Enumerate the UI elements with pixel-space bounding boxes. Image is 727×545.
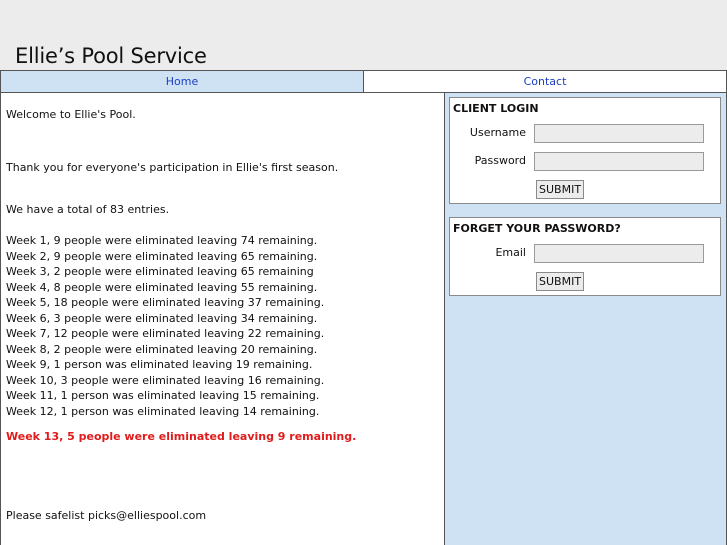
site-title: Ellie’s Pool Service [15, 44, 207, 68]
latest-week-result: Week 13, 5 people were eliminated leavin… [6, 430, 357, 443]
forgot-password-box: FORGET YOUR PASSWORD? Email SUBMIT [449, 217, 721, 296]
week-result: Week 7, 12 people were eliminated leavin… [6, 327, 325, 340]
week-result: Week 1, 9 people were eliminated leaving… [6, 234, 318, 247]
week-result: Week 5, 18 people were eliminated leavin… [6, 296, 325, 309]
welcome-text: Welcome to Ellie's Pool. [6, 108, 136, 121]
login-submit-button[interactable]: SUBMIT [536, 180, 585, 199]
password-input[interactable] [534, 152, 704, 171]
weekly-results-list: Week 1, 9 people were eliminated leaving… [6, 233, 324, 419]
client-login-box: CLIENT LOGIN Username Password SUBMIT [449, 97, 721, 204]
password-label: Password [474, 154, 526, 167]
main-content: Welcome to Ellie's Pool. Thank you for e… [0, 93, 445, 545]
week-result: Week 8, 2 people were eliminated leaving… [6, 342, 318, 356]
week-result: Week 6, 3 people were eliminated leaving… [6, 311, 318, 325]
nav-tab-home[interactable]: Home [1, 71, 364, 92]
week-result: Week 3, 2 people were eliminated leaving… [6, 265, 314, 278]
nav-bar: Home Contact [0, 70, 727, 93]
sidebar: CLIENT LOGIN Username Password SUBMIT FO… [445, 93, 727, 545]
safelist-text: Please safelist picks@elliespool.com [6, 509, 207, 522]
week-result: Week 12, 1 person was eliminated leaving… [6, 404, 320, 418]
forgot-password-title: FORGET YOUR PASSWORD? [453, 222, 621, 235]
week-result: Week 11, 1 person was eliminated leaving… [6, 389, 320, 402]
client-login-title: CLIENT LOGIN [453, 102, 539, 115]
email-label: Email [495, 246, 526, 259]
forgot-submit-button[interactable]: SUBMIT [536, 272, 585, 291]
week-result: Week 4, 8 people were eliminated leaving… [6, 280, 318, 294]
thanks-text: Thank you for everyone's participation i… [6, 161, 339, 174]
nav-tab-contact[interactable]: Contact [364, 71, 726, 92]
username-input[interactable] [534, 124, 704, 143]
week-result: Week 2, 9 people were eliminated leaving… [6, 249, 318, 263]
week-result: Week 10, 3 people were eliminated leavin… [6, 373, 325, 387]
total-entries-text: We have a total of 83 entries. [6, 203, 170, 216]
week-result: Week 9, 1 person was eliminated leaving … [6, 358, 313, 371]
email-input[interactable] [534, 244, 704, 263]
username-label: Username [469, 126, 526, 139]
